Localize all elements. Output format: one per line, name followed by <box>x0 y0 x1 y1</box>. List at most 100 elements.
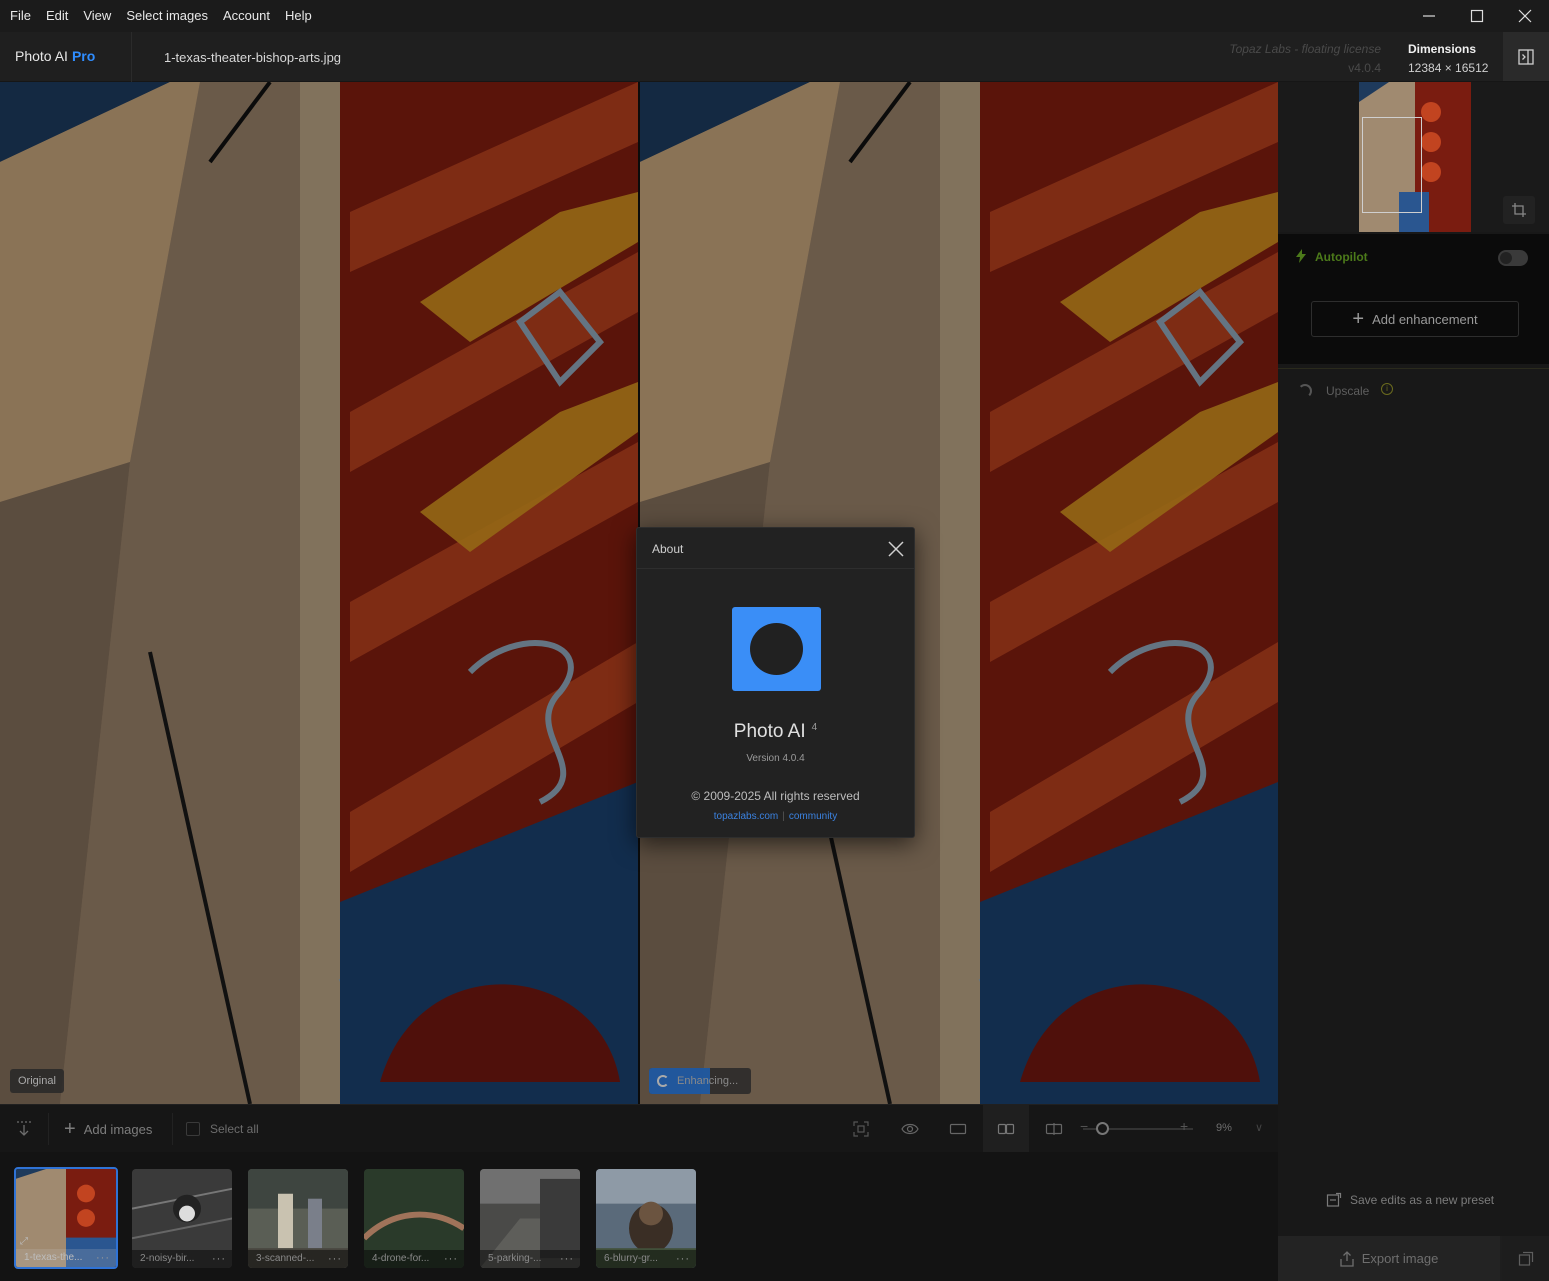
face-detect-icon <box>853 1121 869 1137</box>
single-view-button[interactable] <box>935 1105 981 1153</box>
current-filename: 1-texas-theater-bishop-arts.jpg <box>164 50 342 65</box>
menu-bar: File Edit View Select images Account Hel… <box>0 0 1549 32</box>
focus-detect-button[interactable] <box>838 1105 884 1153</box>
autopilot-section: Autopilot + Add enhancement <box>1278 234 1549 364</box>
toolbar-separator <box>172 1113 173 1145</box>
app-brand: Photo AI Pro <box>15 48 95 64</box>
bolt-icon <box>1296 249 1306 263</box>
more-options-icon[interactable]: ··· <box>328 1252 342 1266</box>
plus-icon: + <box>64 1118 76 1140</box>
add-enhancement-button[interactable]: + Add enhancement <box>1311 301 1519 337</box>
menu-select-images[interactable]: Select images <box>121 0 213 32</box>
collapse-filmstrip-icon[interactable] <box>14 1119 34 1139</box>
more-options-icon[interactable]: ··· <box>444 1252 458 1266</box>
dimensions-label: Dimensions <box>1408 42 1477 56</box>
add-enhancement-label: Add enhancement <box>1372 311 1478 327</box>
sidebar-toggle-icon <box>1518 48 1534 65</box>
close-window-button[interactable] <box>1501 0 1549 32</box>
autopilot-label: Autopilot <box>1315 250 1368 264</box>
thumbnail-item[interactable]: 6-blurry-gr... ··· <box>596 1169 696 1268</box>
tier-badge: Pro <box>71 48 96 64</box>
bottom-toolbar: + Add images Select all − + 9% ∨ <box>0 1104 1278 1153</box>
thumbnail-item[interactable]: 3-scanned-... ··· <box>248 1169 348 1268</box>
save-preset-button[interactable]: Save edits as a new preset <box>1326 1192 1494 1208</box>
original-label: Original <box>10 1069 64 1093</box>
thumbnail-item[interactable]: 4-drone-for... ··· <box>364 1169 464 1268</box>
maximize-button[interactable] <box>1453 0 1501 32</box>
photo-ai-logo <box>732 607 821 691</box>
license-version: v4.0.4 <box>1348 61 1381 75</box>
thumbnail-item[interactable]: 5-parking-... ··· <box>480 1169 580 1268</box>
thumbnail-item[interactable]: 2-noisy-bir... ··· <box>132 1169 232 1268</box>
menu-account[interactable]: Account <box>218 0 275 32</box>
upscale-row[interactable]: Upscale i <box>1278 368 1549 412</box>
crop-button[interactable] <box>1503 196 1535 224</box>
maximize-icon <box>1470 9 1484 23</box>
navigator-viewport-box[interactable] <box>1362 117 1422 213</box>
upscale-label: Upscale <box>1326 384 1370 398</box>
website-link[interactable]: topazlabs.com <box>714 811 778 822</box>
right-panel: Autopilot + Add enhancement Upscale i Sa… <box>1278 82 1549 1281</box>
info-icon[interactable]: i <box>1381 383 1393 395</box>
menu-file[interactable]: File <box>5 0 36 32</box>
zoom-value[interactable]: 9% <box>1216 1122 1232 1134</box>
navigator <box>1278 82 1549 232</box>
enhancing-label: Enhancing... <box>677 1075 739 1087</box>
more-options-icon[interactable]: ··· <box>212 1252 226 1266</box>
chevron-down-icon[interactable]: ∨ <box>1255 1121 1263 1134</box>
dimensions-value: 12384 × 16512 <box>1408 61 1489 75</box>
single-view-icon <box>949 1123 967 1135</box>
product-name-text: Photo AI <box>733 721 806 742</box>
spinner-icon <box>657 1075 669 1087</box>
app-name: Photo AI <box>15 48 68 64</box>
autopilot-toggle[interactable] <box>1498 250 1528 266</box>
more-options-icon[interactable]: ··· <box>560 1252 574 1266</box>
menu-view[interactable]: View <box>78 0 116 32</box>
license-info: Topaz Labs - floating license v4.0.4 <box>1229 40 1381 78</box>
panel-toggle-button[interactable] <box>1503 32 1549 81</box>
product-major-version: 4 <box>811 721 818 733</box>
link-separator: | <box>782 811 785 822</box>
checkbox-icon <box>186 1122 200 1136</box>
product-version: Version 4.0.4 <box>746 753 805 764</box>
loading-spinner-icon <box>1298 384 1312 398</box>
export-settings-button[interactable] <box>1502 1236 1549 1281</box>
select-all-checkbox[interactable]: Select all <box>186 1105 259 1153</box>
filmstrip: ⤢ 1-texas-the... ··· 2-noisy-bir... ··· … <box>0 1152 1278 1281</box>
community-link[interactable]: community <box>789 811 837 822</box>
menu-help[interactable]: Help <box>280 0 317 32</box>
crop-icon <box>1512 203 1526 217</box>
header-divider <box>131 32 132 82</box>
split-view-button[interactable] <box>1031 1105 1077 1153</box>
close-icon[interactable] <box>887 540 905 558</box>
more-options-icon[interactable]: ··· <box>96 1251 110 1265</box>
image-dimensions: Dimensions 12384 × 16512 <box>1408 40 1488 78</box>
save-preset-label: Save edits as a new preset <box>1350 1193 1495 1207</box>
zoom-in-button[interactable]: + <box>1180 1118 1188 1134</box>
minimize-button[interactable] <box>1405 0 1453 32</box>
export-icon <box>1340 1250 1354 1267</box>
expand-icon: ⤢ <box>20 1236 28 1247</box>
export-image-button[interactable]: Export image <box>1278 1236 1500 1281</box>
export-bar: Export image <box>1278 1236 1549 1281</box>
thumbnail-item[interactable]: ⤢ 1-texas-the... ··· <box>14 1167 118 1269</box>
side-by-side-icon <box>997 1123 1015 1135</box>
export-label: Export image <box>1361 1251 1439 1266</box>
side-by-side-button[interactable] <box>983 1105 1029 1153</box>
zoom-slider-knob[interactable] <box>1096 1122 1109 1135</box>
preview-toggle-button[interactable] <box>887 1105 933 1153</box>
header-bar: Photo AI Pro 1-texas-theater-bishop-arts.… <box>0 32 1549 82</box>
add-images-button[interactable]: + Add images <box>64 1105 152 1153</box>
license-name: Topaz Labs - floating license <box>1229 42 1381 56</box>
toggle-knob <box>1500 252 1512 264</box>
save-preset-icon <box>1326 1192 1342 1207</box>
copyright: © 2009-2025 All rights reserved <box>691 789 860 803</box>
zoom-out-button[interactable]: − <box>1080 1118 1088 1134</box>
about-dialog: About Photo AI 4 Version 4.0.4 © 2009-202… <box>636 527 915 838</box>
minimize-icon <box>1423 15 1435 17</box>
about-dialog-title: About <box>652 542 684 556</box>
more-options-icon[interactable]: ··· <box>676 1252 690 1266</box>
window-controls <box>1405 0 1549 32</box>
plus-icon: + <box>1352 308 1365 330</box>
menu-edit[interactable]: Edit <box>41 0 73 32</box>
